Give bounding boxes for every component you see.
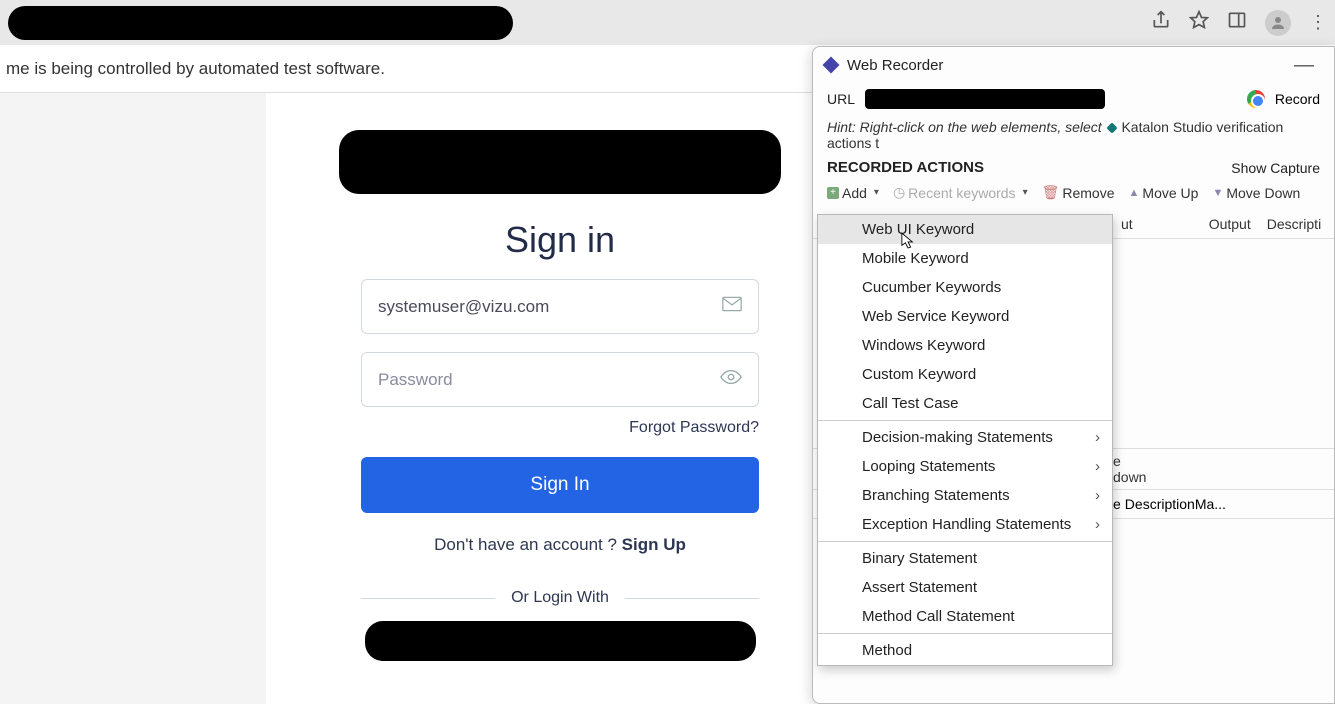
move-down-button[interactable]: ▼Move Down <box>1208 183 1304 203</box>
email-field-wrap[interactable] <box>361 279 759 334</box>
eye-icon[interactable] <box>720 368 742 391</box>
url-row: URL Record <box>813 83 1334 115</box>
forgot-password-link[interactable]: Forgot Password? <box>361 419 759 437</box>
web-recorder-panel: Web Recorder — URL Record Hint: Right-cl… <box>812 46 1335 704</box>
kebab-menu-icon[interactable]: ⋮ <box>1309 12 1327 33</box>
menu-exception-statements[interactable]: Exception Handling Statements <box>818 510 1112 539</box>
menu-looping-statements[interactable]: Looping Statements <box>818 452 1112 481</box>
menu-web-ui-keyword[interactable]: Web UI Keyword <box>818 215 1112 244</box>
menu-separator-3 <box>818 633 1112 634</box>
menu-binary-statement[interactable]: Binary Statement <box>818 544 1112 573</box>
menu-custom-keyword[interactable]: Custom Keyword <box>818 360 1112 389</box>
mail-icon <box>722 296 742 317</box>
profile-icon[interactable] <box>1265 10 1291 36</box>
chrome-icon[interactable] <box>1247 90 1265 108</box>
show-capture-link[interactable]: Show Capture <box>1231 160 1320 176</box>
katalon-dot-icon <box>1106 123 1117 134</box>
url-label: URL <box>827 91 855 107</box>
menu-method[interactable]: Method <box>818 636 1112 665</box>
login-card: Sign in Forgot Password? Sign In Don't h… <box>266 93 854 704</box>
menu-call-test-case[interactable]: Call Test Case <box>818 389 1112 418</box>
menu-mobile-keyword[interactable]: Mobile Keyword <box>818 244 1112 273</box>
menu-assert-statement[interactable]: Assert Statement <box>818 573 1112 602</box>
menu-separator-2 <box>818 541 1112 542</box>
browser-toolbar: ⋮ <box>0 0 1335 45</box>
password-field-wrap[interactable] <box>361 352 759 407</box>
signin-title: Sign in <box>266 219 854 261</box>
address-bar[interactable] <box>8 6 513 40</box>
col-description[interactable]: Descripti <box>1259 216 1329 232</box>
up-icon: ▲ <box>1129 187 1140 199</box>
menu-web-service-keyword[interactable]: Web Service Keyword <box>818 302 1112 331</box>
hint-text: Hint: Right-click on the web elements, s… <box>813 115 1334 155</box>
panel-icon[interactable] <box>1227 10 1247 35</box>
down-icon: ▼ <box>1212 187 1223 199</box>
col-object[interactable]: ut <box>1113 216 1141 232</box>
recent-keywords-button[interactable]: ◷Recent keywords <box>889 182 1032 203</box>
menu-method-call-statement[interactable]: Method Call Statement <box>818 602 1112 631</box>
katalon-icon <box>823 57 840 74</box>
clock-icon: ◷ <box>893 184 905 201</box>
or-divider: Or Login With <box>361 589 759 607</box>
remove-button[interactable]: 🗑Remove <box>1038 182 1119 203</box>
star-icon[interactable] <box>1189 10 1209 35</box>
col-e[interactable]: e <box>1113 496 1121 512</box>
trash-icon: 🗑 <box>1042 184 1060 201</box>
share-icon[interactable] <box>1151 10 1171 35</box>
url-input[interactable] <box>865 89 1105 109</box>
recorder-titlebar: Web Recorder — <box>813 47 1334 83</box>
minimize-button[interactable]: — <box>1294 54 1322 77</box>
col-output[interactable]: Output <box>1201 216 1259 232</box>
signup-row: Don't have an account ? Sign Up <box>266 535 854 555</box>
recorded-actions-header: RECORDED ACTIONS Show Capture <box>813 155 1334 176</box>
col-ma[interactable]: Ma... <box>1195 496 1226 512</box>
menu-windows-keyword[interactable]: Windows Keyword <box>818 331 1112 360</box>
col-desc2[interactable]: Description <box>1125 496 1195 512</box>
menu-branching-statements[interactable]: Branching Statements <box>818 481 1112 510</box>
password-field[interactable] <box>378 370 720 390</box>
signin-button[interactable]: Sign In <box>361 457 759 513</box>
recorder-toolbar: +Add ◷Recent keywords 🗑Remove ▲Move Up ▼… <box>813 176 1334 209</box>
signup-link[interactable]: Sign Up <box>622 535 686 554</box>
add-button[interactable]: +Add <box>823 183 883 203</box>
plus-icon: + <box>827 187 839 199</box>
menu-cucumber-keywords[interactable]: Cucumber Keywords <box>818 273 1112 302</box>
record-button[interactable]: Record <box>1275 91 1320 107</box>
menu-decision-statements[interactable]: Decision-making Statements <box>818 423 1112 452</box>
redacted-social <box>365 621 756 661</box>
add-dropdown-menu: Web UI Keyword Mobile Keyword Cucumber K… <box>817 214 1113 666</box>
move-up-button[interactable]: ▲Move Up <box>1125 183 1203 203</box>
menu-separator <box>818 420 1112 421</box>
redacted-logo <box>339 130 781 194</box>
email-field[interactable] <box>378 297 722 317</box>
